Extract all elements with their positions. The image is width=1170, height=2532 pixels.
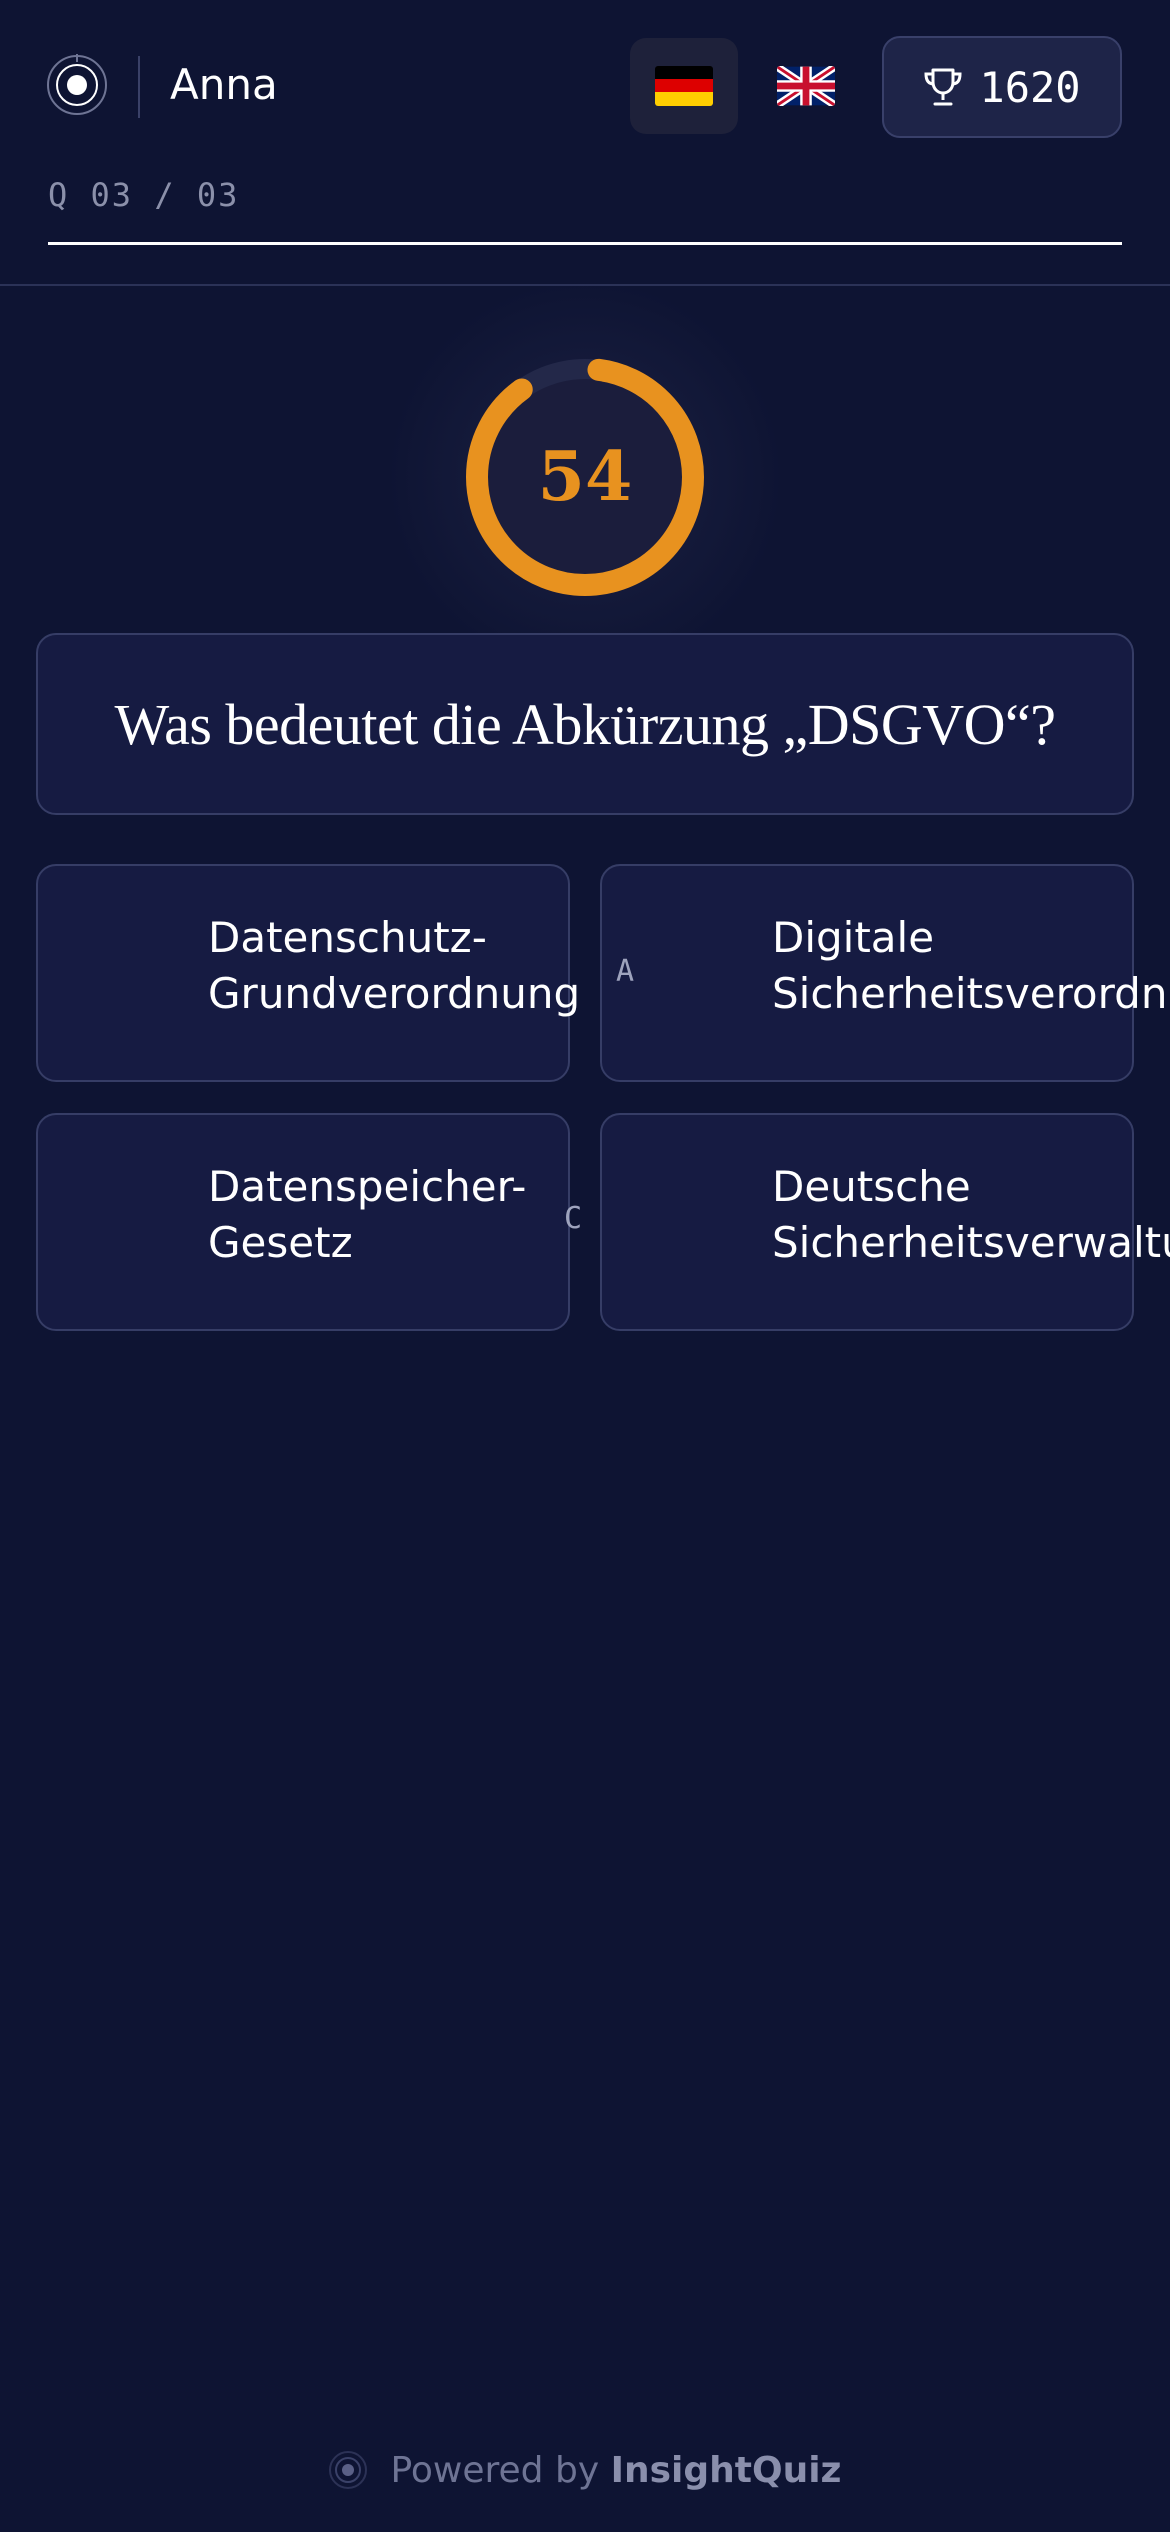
trophy-icon (924, 68, 962, 106)
flag-gb-icon (777, 66, 835, 106)
score-value: 1620 (979, 62, 1081, 112)
question-progress-label: Q 03 / 03 (48, 176, 240, 214)
answer-text: Digitale Sicherheitsverordnung (772, 913, 1170, 1018)
progress-bar (48, 242, 1122, 245)
answer-option-3[interactable]: C Datenspeicher- Gesetz (36, 1113, 582, 1331)
countdown-timer-value: 54 (537, 437, 633, 517)
flag-de-icon (655, 66, 713, 106)
app-header: Anna 1620 Q 03 / 03 (0, 0, 1170, 286)
question-card: Was bedeutet die Abkürzung „DSGVO“? (36, 633, 1134, 815)
language-button-en[interactable] (752, 38, 860, 134)
answer-text: Deutsche Sicherheitsverwaltung (772, 1162, 1170, 1267)
answer-option-4[interactable]: Deutsche Sicherheitsverwaltung (600, 1113, 1170, 1331)
answer-text: Datenspeicher- Gesetz (208, 1162, 527, 1267)
footer: Powered by InsightQuiz (0, 2440, 1170, 2500)
header-divider (138, 56, 140, 118)
question-text: Was bedeutet die Abkürzung „DSGVO“? (114, 691, 1056, 757)
progress-bar-fill (48, 242, 1122, 245)
footer-brand[interactable]: InsightQuiz (611, 2450, 842, 2491)
score-badge: 1620 (882, 36, 1122, 138)
answer-option-1[interactable]: Datenschutz- Grundverordnung (36, 864, 580, 1082)
answer-text: Datenschutz- Grundverordnung (208, 913, 581, 1018)
answer-option-2[interactable]: A Digitale Sicherheitsverordnung (600, 864, 1170, 1082)
footer-prefix: Powered by (390, 2449, 600, 2491)
language-button-de[interactable] (630, 38, 738, 134)
username: Anna (170, 60, 278, 109)
footer-logo-icon (329, 2451, 368, 2489)
logo-icon (47, 54, 107, 115)
answer-letter: A (616, 954, 635, 989)
